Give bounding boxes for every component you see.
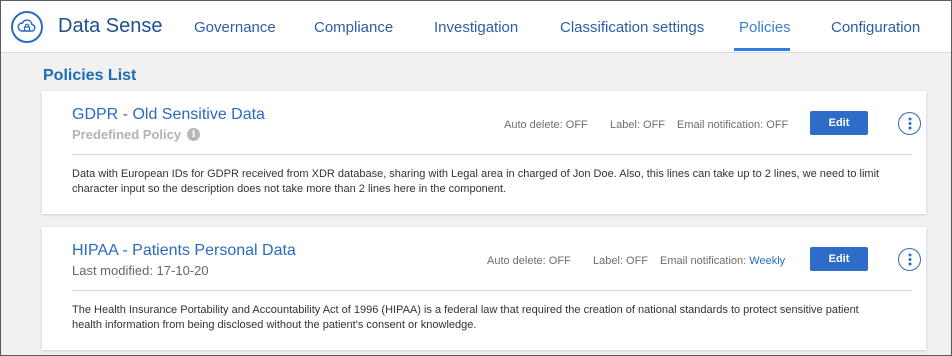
divider: [72, 290, 912, 291]
label-status: Label: OFF: [593, 255, 649, 267]
email-notification-value[interactable]: Weekly: [749, 255, 785, 267]
cloud-lock-icon[interactable]: [11, 11, 43, 43]
email-notification-status: Email notification: OFF: [677, 119, 788, 131]
nav-tab-compliance[interactable]: Compliance: [314, 19, 393, 36]
divider: [72, 154, 912, 155]
edit-button[interactable]: Edit: [810, 111, 868, 135]
policy-description: The Health Insurance Portability and Acc…: [72, 304, 859, 331]
policy-subtitle: Predefined Policy i: [72, 127, 201, 142]
policy-card: GDPR - Old Sensitive Data Predefined Pol…: [42, 91, 926, 214]
policy-subtitle-text: Predefined Policy: [72, 127, 182, 142]
policy-name[interactable]: HIPAA - Patients Personal Data: [72, 242, 296, 260]
email-notification-value: OFF: [766, 119, 789, 131]
nav-tab-policies[interactable]: Policies: [739, 19, 791, 36]
edit-button[interactable]: Edit: [810, 247, 868, 271]
page-title: Policies List: [43, 67, 137, 84]
auto-delete-status: Auto delete: OFF: [504, 119, 588, 131]
auto-delete-status: Auto delete: OFF: [487, 255, 571, 267]
policy-name[interactable]: GDPR - Old Sensitive Data: [72, 106, 265, 124]
email-notification-status: Email notification: Weekly: [660, 255, 785, 267]
app-window: Data Sense Governance Compliance Investi…: [0, 0, 952, 356]
nav-tab-classification-settings[interactable]: Classification settings: [560, 19, 704, 36]
policy-card: HIPAA - Patients Personal Data Last modi…: [42, 227, 926, 350]
nav-tab-investigation[interactable]: Investigation: [434, 19, 518, 36]
policy-subtitle-text: Last modified: 17-10-20: [72, 263, 209, 278]
app-title: Data Sense: [58, 15, 163, 37]
label-status: Label: OFF: [610, 119, 666, 131]
active-tab-indicator: [734, 48, 790, 51]
email-notification-label: Email notification:: [660, 255, 747, 267]
policy-description: Data with European IDs for GDPR received…: [72, 168, 880, 195]
nav-tab-governance[interactable]: Governance: [194, 19, 276, 36]
email-notification-label: Email notification:: [677, 119, 764, 131]
top-navigation-bar: Data Sense Governance Compliance Investi…: [1, 1, 951, 53]
more-options-icon[interactable]: [898, 112, 921, 135]
info-icon[interactable]: i: [187, 128, 201, 141]
policy-subtitle: Last modified: 17-10-20: [72, 263, 209, 278]
nav-tab-configuration[interactable]: Configuration: [831, 19, 920, 36]
more-options-icon[interactable]: [898, 248, 921, 271]
